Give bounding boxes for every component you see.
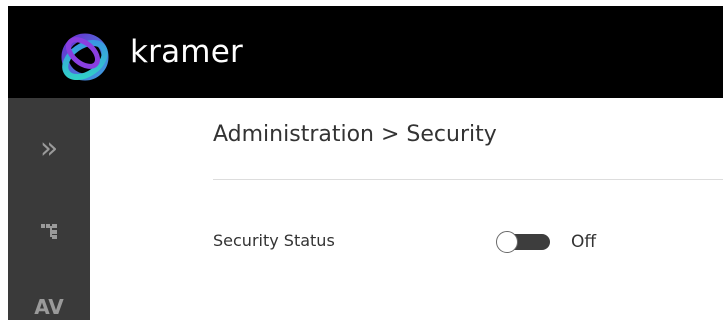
sidebar: » AV [8, 98, 90, 320]
breadcrumb: Administration > Security [213, 122, 497, 147]
toggle-knob [496, 231, 518, 253]
security-status-toggle[interactable] [496, 231, 550, 253]
topology-icon [41, 224, 57, 239]
sidebar-expand-button[interactable]: » [8, 134, 90, 164]
security-status-label: Security Status [213, 231, 335, 250]
av-icon: AV [34, 295, 64, 319]
top-header-bar: kramer [8, 6, 723, 98]
divider [213, 179, 723, 180]
kramer-logo-icon [61, 33, 109, 81]
sidebar-item-av[interactable]: AV [8, 292, 90, 322]
sidebar-item-topology[interactable] [8, 222, 90, 242]
security-status-value: Off [571, 232, 597, 252]
double-chevron-right-icon: » [39, 131, 59, 166]
main-content: Administration > Security Security Statu… [90, 98, 723, 320]
brand-name: kramer [130, 34, 243, 70]
